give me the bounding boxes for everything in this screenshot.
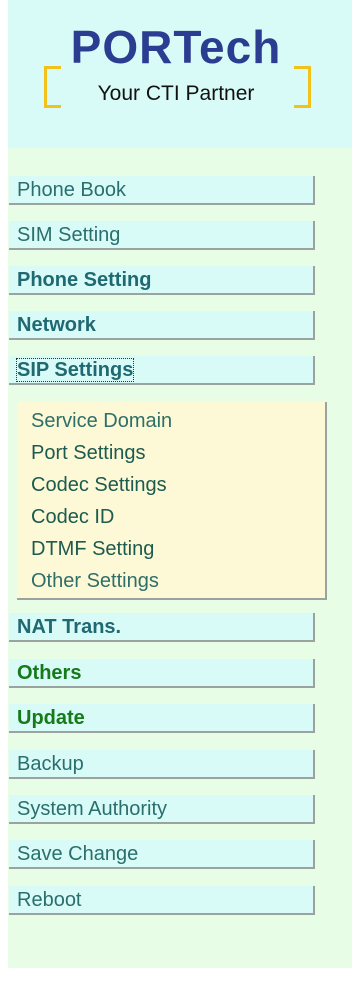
submenu-item-dtmf-setting[interactable]: DTMF Setting (21, 534, 323, 564)
submenu-item-codec-settings[interactable]: Codec Settings (21, 470, 323, 500)
menu-item-system-authority[interactable]: System Authority (9, 795, 315, 824)
submenu-item-codec-id[interactable]: Codec ID (21, 502, 323, 532)
sip-settings-label: SIP Settings (15, 358, 135, 382)
portech-logo: PORTech Your CTI Partner (38, 21, 314, 110)
submenu-item-service-domain[interactable]: Service Domain (21, 406, 323, 436)
sip-submenu: Service Domain Port Settings Codec Setti… (17, 402, 327, 600)
menu-item-network[interactable]: Network (9, 311, 315, 340)
menu-item-sip-settings[interactable]: SIP Settings (9, 356, 315, 385)
menu-item-others[interactable]: Others (9, 659, 315, 688)
menu-item-save-change[interactable]: Save Change (9, 840, 315, 869)
menu-item-phone-book[interactable]: Phone Book (9, 176, 315, 205)
menu-item-reboot[interactable]: Reboot (9, 886, 315, 915)
logo-title: PORTech (70, 21, 282, 73)
menu-item-sim-setting[interactable]: SIM Setting (9, 221, 315, 250)
menu-item-update[interactable]: Update (9, 704, 315, 733)
menu-item-backup[interactable]: Backup (9, 750, 315, 779)
submenu-item-port-settings[interactable]: Port Settings (21, 438, 323, 468)
logo-subtitle: Your CTI Partner (97, 82, 255, 105)
menu-item-phone-setting[interactable]: Phone Setting (9, 266, 315, 295)
logo-area: PORTech Your CTI Partner (8, 0, 352, 148)
submenu-item-other-settings[interactable]: Other Settings (21, 566, 323, 596)
menu-item-nat-trans[interactable]: NAT Trans. (9, 613, 315, 642)
